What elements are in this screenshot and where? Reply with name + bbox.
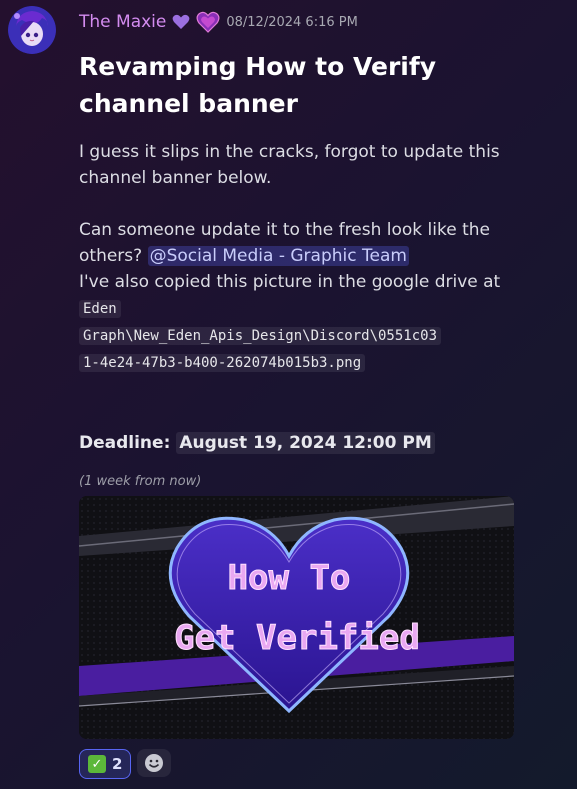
message-title: Revamping How to Verify channel banner (79, 48, 549, 122)
role-mention[interactable]: @Social Media - Graphic Team (147, 246, 409, 266)
inline-code: 1-4e24-47b3-b400-262074b015b3.png (79, 354, 366, 372)
smiley-icon (145, 754, 164, 772)
reaction-check[interactable]: ✓ 2 (79, 749, 132, 779)
add-reaction-button[interactable] (137, 749, 172, 777)
title-line: channel banner (79, 89, 298, 118)
reaction-count: 2 (112, 755, 123, 773)
body-text-fragment: others? (79, 246, 148, 266)
code-line: Graph\New_Eden_Apis_Design\Discord\0551c… (79, 322, 519, 349)
inline-code: Graph\New_Eden_Apis_Design\Discord\0551c… (79, 327, 442, 345)
body-line: channel banner below. (79, 168, 272, 188)
purple-heart-icon (172, 14, 190, 30)
deadline: Deadline: August 19, 2024 12:00 PM (79, 432, 435, 454)
message-header: The Maxie 08/12/2024 6:16 PM (79, 8, 358, 36)
attached-image[interactable]: How To Get Verified (79, 496, 514, 739)
deadline-label: Deadline: (79, 433, 171, 453)
banner-graphic: How To Get Verified (79, 496, 514, 739)
message-body: I guess it slips in the cracks, forgot t… (79, 139, 519, 376)
body-line: Can someone update it to the fresh look … (79, 220, 490, 240)
banner-text-line: Get Verified (174, 618, 420, 658)
avatar[interactable] (8, 6, 56, 54)
code-line: Eden (79, 295, 519, 322)
body-line: I guess it slips in the cracks, forgot t… (79, 142, 500, 162)
white-check-mark-icon: ✓ (88, 755, 106, 773)
heart-badge-icon[interactable] (196, 11, 220, 33)
reactions-bar: ✓ 2 (79, 749, 172, 779)
inline-code: Eden (79, 300, 121, 318)
body-line-with-mention: others? @Social Media - Graphic Team (79, 243, 519, 269)
body-line: I've also copied this picture in the goo… (79, 272, 501, 292)
code-line: 1-4e24-47b3-b400-262074b015b3.png (79, 349, 519, 376)
banner-text-line: How To (228, 558, 351, 598)
relative-time: (1 week from now) (79, 474, 202, 489)
message-timestamp[interactable]: 08/12/2024 6:16 PM (226, 15, 357, 30)
avatar-image (8, 6, 56, 54)
deadline-timestamp[interactable]: August 19, 2024 12:00 PM (176, 432, 435, 454)
username[interactable]: The Maxie (79, 12, 166, 32)
title-line: Revamping How to Verify (79, 52, 437, 81)
